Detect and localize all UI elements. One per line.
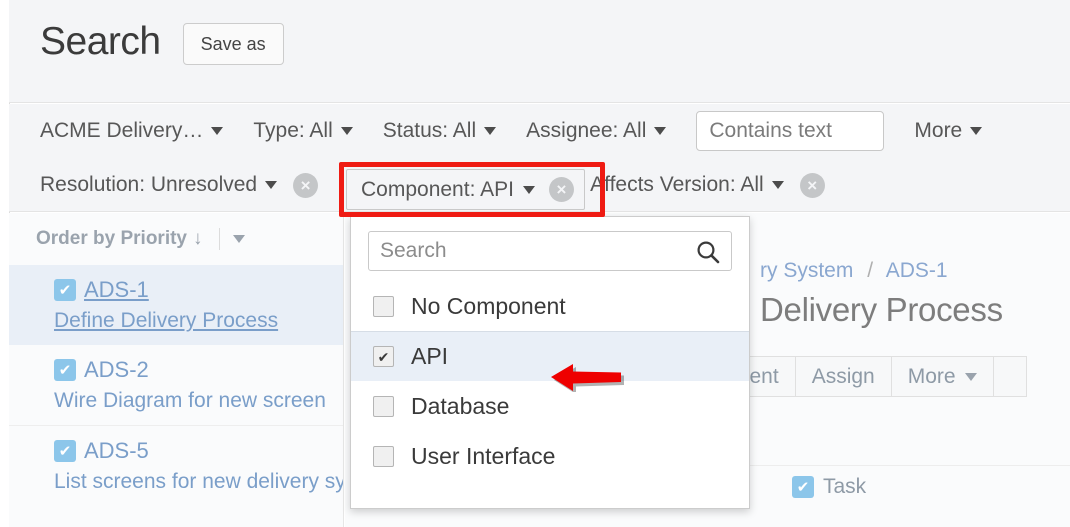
option-label: API xyxy=(411,343,449,369)
breadcrumb-separator: / xyxy=(867,259,874,282)
issue-type-field: ✔ Task xyxy=(792,475,866,499)
clear-component-filter-icon[interactable]: × xyxy=(548,177,574,202)
filter-resolution[interactable]: Resolution: Unresolved xyxy=(40,173,278,197)
option-database[interactable]: Database xyxy=(351,381,749,431)
issue-type-icon: ✔ xyxy=(54,359,76,381)
checkbox-unchecked-icon[interactable] xyxy=(373,295,394,317)
checkbox-checked-icon[interactable]: ✔ xyxy=(373,346,394,367)
chevron-down-icon xyxy=(522,185,535,194)
breadcrumb-project[interactable]: ry System xyxy=(760,259,853,282)
option-api[interactable]: ✔ API xyxy=(351,331,749,381)
page-header: Search Save as xyxy=(9,0,1070,103)
issue-type-icon: ✔ xyxy=(54,279,76,301)
chevron-down-icon xyxy=(654,127,667,135)
issue-summary[interactable]: List screens for new delivery system xyxy=(54,470,343,494)
option-label: Database xyxy=(411,392,510,419)
chevron-down-icon xyxy=(265,181,278,189)
issue-title: Delivery Process xyxy=(760,291,1003,328)
chevron-down-icon xyxy=(970,127,983,135)
clear-resolution-filter-icon[interactable]: × xyxy=(293,172,319,198)
search-page: Search Save as ACME Delivery… Type: All … xyxy=(0,0,1070,527)
more-actions-label: More xyxy=(907,364,956,388)
issue-summary[interactable]: Define Delivery Process xyxy=(54,309,343,333)
issue-key[interactable]: ADS-2 xyxy=(84,357,149,383)
breadcrumb: ry System / ADS-1 xyxy=(760,259,948,283)
more-actions-button[interactable]: More xyxy=(890,356,994,397)
option-label: No Component xyxy=(411,292,566,319)
filter-assignee[interactable]: Assignee: All xyxy=(526,119,667,143)
filter-component[interactable]: Component: API × xyxy=(346,169,585,210)
list-item[interactable]: ✔ ADS-1 Define Delivery Process xyxy=(9,265,343,345)
checkbox-unchecked-icon[interactable] xyxy=(373,445,394,467)
contains-text-input[interactable] xyxy=(696,111,885,151)
issue-key[interactable]: ADS-5 xyxy=(84,438,149,464)
issue-type-label: Task xyxy=(823,475,867,498)
component-filter-dropdown: No Component ✔ API Database User Interfa… xyxy=(350,216,750,509)
order-by-control[interactable]: Order by Priority ↓ xyxy=(9,213,343,265)
option-user-interface[interactable]: User Interface xyxy=(351,431,749,481)
filter-resolution-label: Resolution: Unresolved xyxy=(40,173,258,196)
more-filters-label: More xyxy=(914,119,963,142)
filter-affects-version-label: Affects Version: All xyxy=(590,173,764,196)
issue-key[interactable]: ADS-1 xyxy=(84,277,149,303)
chevron-down-icon[interactable] xyxy=(232,235,245,243)
save-as-button[interactable]: Save as xyxy=(182,23,284,65)
breadcrumb-issue-key[interactable]: ADS-1 xyxy=(886,259,948,282)
checkbox-unchecked-icon[interactable] xyxy=(373,395,394,417)
component-options-list: No Component ✔ API Database User Interfa… xyxy=(351,281,749,481)
chevron-down-icon xyxy=(964,372,977,381)
option-no-component[interactable]: No Component xyxy=(351,281,749,331)
chevron-down-icon xyxy=(484,127,497,135)
clear-affects-version-filter-icon[interactable]: × xyxy=(799,172,825,198)
search-input[interactable] xyxy=(368,231,732,271)
filter-affects-version[interactable]: Affects Version: All xyxy=(590,173,784,197)
chevron-down-icon xyxy=(771,181,784,189)
overflow-button[interactable] xyxy=(992,356,1027,397)
list-item[interactable]: ✔ ADS-2 Wire Diagram for new screen xyxy=(9,345,343,426)
filter-assignee-label: Assignee: All xyxy=(526,119,647,142)
filter-row-primary: ACME Delivery… Type: All Status: All Ass… xyxy=(9,104,1070,158)
issue-list-pane: Order by Priority ↓ ✔ ADS-1 Define Deliv… xyxy=(9,213,344,527)
filter-component-label: Component: API xyxy=(361,177,514,201)
filter-project-label: ACME Delivery… xyxy=(40,119,204,142)
issue-summary[interactable]: Wire Diagram for new screen xyxy=(54,389,343,413)
sort-direction-icon[interactable]: ↓ xyxy=(193,228,203,250)
dropdown-search-wrap xyxy=(368,231,732,271)
filter-status-label: Status: All xyxy=(382,119,477,142)
filter-type[interactable]: Type: All xyxy=(253,119,353,143)
issue-type-icon: ✔ xyxy=(54,440,76,462)
filter-status[interactable]: Status: All xyxy=(382,119,497,143)
assign-button[interactable]: Assign xyxy=(794,356,892,397)
divider xyxy=(218,228,220,250)
more-filters-button[interactable]: More xyxy=(914,119,983,143)
page-title: Search xyxy=(40,19,161,63)
order-by-label: Order by Priority xyxy=(36,228,187,249)
list-item[interactable]: ✔ ADS-5 List screens for new delivery sy… xyxy=(9,426,343,506)
issue-action-buttons: ment Assign More xyxy=(715,356,1027,397)
chevron-down-icon xyxy=(211,127,224,135)
filter-type-label: Type: All xyxy=(253,119,333,142)
filter-project[interactable]: ACME Delivery… xyxy=(40,119,224,143)
chevron-down-icon xyxy=(340,127,353,135)
task-icon: ✔ xyxy=(792,476,814,498)
option-label: User Interface xyxy=(411,442,556,469)
